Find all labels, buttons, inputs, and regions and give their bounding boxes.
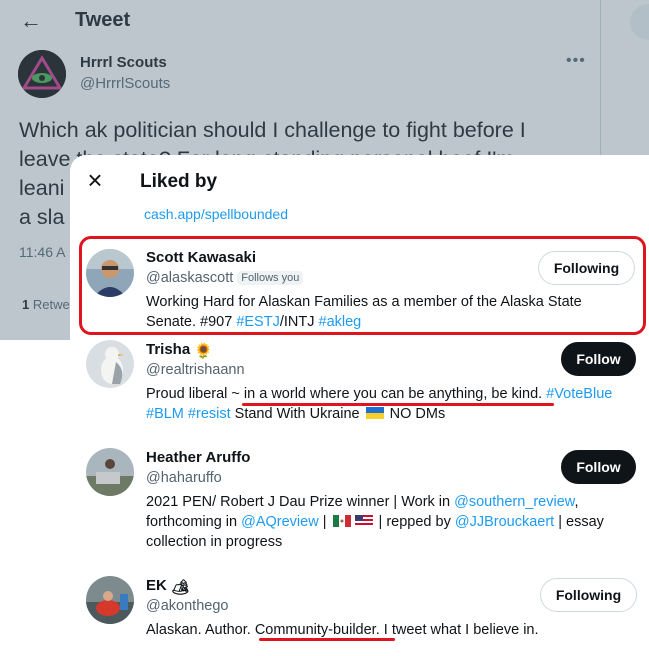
user-cell-trisha[interactable]: Trisha 🌻 @realtrishaann Proud liberal ~ … (70, 335, 649, 445)
user-handle[interactable]: @akonthego (146, 598, 228, 614)
mention-aqreview[interactable]: @AQreview (241, 514, 319, 530)
follow-button[interactable]: Follow (561, 450, 636, 484)
hashtag-resist[interactable]: #resist (188, 406, 231, 422)
avatar[interactable] (86, 448, 134, 496)
avatar[interactable] (86, 576, 134, 624)
sunflower-icon: 🌻 (194, 343, 214, 360)
hashtag-voteblue[interactable]: #VoteBlue (546, 386, 612, 402)
bio-link[interactable]: cash.app/spellbounded (144, 206, 288, 222)
us-flag-icon (354, 515, 373, 527)
following-button[interactable]: Following (540, 578, 637, 612)
user-handle[interactable]: @haharuffo (146, 470, 222, 486)
ukraine-flag-icon (365, 407, 384, 419)
user-handle[interactable]: @realtrishaann (146, 362, 245, 378)
mention-jjbrouckaert[interactable]: @JJBrouckaert (455, 514, 554, 530)
user-bio: 2021 PEN/ Robert J Dau Prize winner | Wo… (146, 494, 604, 550)
underline-annotation (242, 403, 554, 406)
camping-icon: 🏕 (171, 579, 191, 596)
hashtag-blm[interactable]: #BLM (146, 406, 184, 422)
user-name[interactable]: EK 🏕 (146, 577, 190, 596)
user-name[interactable]: Trisha 🌻 (146, 341, 213, 360)
modal-title: Liked by (140, 171, 218, 192)
user-name[interactable]: Heather Aruffo (146, 449, 250, 466)
user-cell-ek[interactable]: EK 🏕 @akonthego Alaskan. Author. Communi… (70, 571, 649, 656)
underline-annotation (259, 638, 395, 641)
mention-southern-review[interactable]: @southern_review (454, 494, 574, 510)
avatar[interactable] (86, 340, 134, 388)
mexico-flag-icon (332, 515, 351, 527)
close-icon[interactable]: × (84, 167, 106, 193)
user-bio: Alaskan. Author. Community-builder. I tw… (146, 622, 539, 638)
follow-button[interactable]: Follow (561, 342, 636, 376)
user-cell-heather[interactable]: Heather Aruffo @haharuffo 2021 PEN/ Robe… (70, 443, 649, 573)
highlight-box (79, 236, 646, 335)
